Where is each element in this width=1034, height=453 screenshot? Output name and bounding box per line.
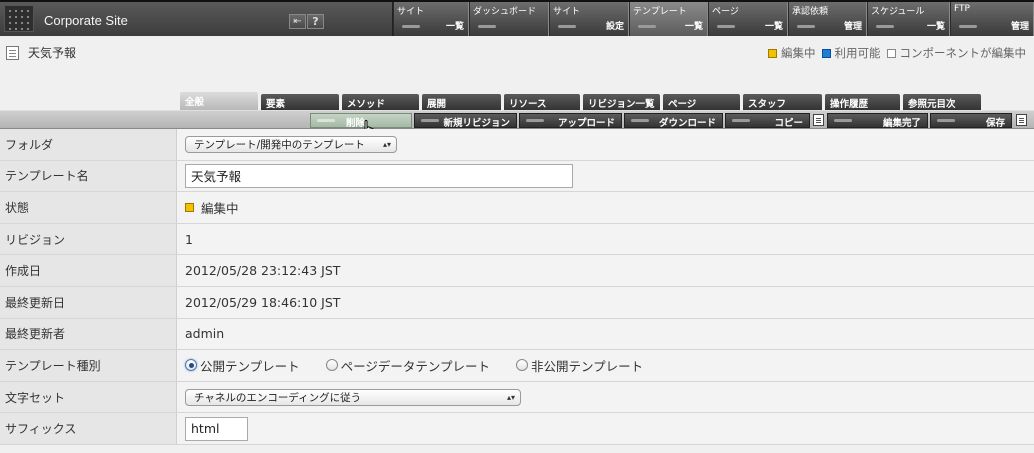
app-grid-icon[interactable]: [4, 5, 34, 32]
radio-public-template[interactable]: 公開テンプレート: [185, 356, 300, 375]
action-bar: 削除 新規リビジョン アップロード ダウンロード コピー 編集完了 保存: [0, 110, 1034, 129]
folder-label: フォルダ: [0, 129, 177, 160]
dash-icon: [317, 119, 335, 122]
tab-elements[interactable]: 要素: [261, 94, 339, 110]
template-name-input[interactable]: 天気予報: [185, 163, 573, 188]
form-row-updated: 最終更新日 2012/05/29 18:46:10 JST: [0, 286, 1034, 319]
tab-methods[interactable]: メソッド: [342, 94, 419, 110]
finish-edit-button[interactable]: 編集完了: [827, 113, 928, 129]
template-document-icon: [6, 46, 19, 60]
available-status-icon: [821, 48, 831, 58]
updated-by-label: 最終更新者: [0, 318, 177, 350]
dash-icon: [421, 119, 439, 122]
select-arrow-icon: ▴▾: [506, 392, 515, 402]
status-legend: 編集中 利用可能 コンポーネントが編集中: [762, 45, 1026, 61]
suffix-input[interactable]: html: [185, 416, 248, 441]
legend-editing: 編集中: [781, 46, 816, 60]
exit-icon[interactable]: ⇤: [289, 14, 306, 29]
created-label: 作成日: [0, 255, 177, 286]
form-row-updated-by: 最終更新者 admin: [0, 318, 1034, 351]
form-row-revision: リビジョン 1: [0, 223, 1034, 256]
dash-icon: [478, 25, 496, 28]
help-icon[interactable]: ?: [307, 14, 324, 29]
save-button[interactable]: 保存: [930, 113, 1012, 129]
dash-icon: [558, 25, 576, 28]
template-form: フォルダ テンプレート/開発中のテンプレート ▴▾ テンプレート名 天気予報 状態…: [0, 129, 1034, 445]
editing-status-icon: [185, 202, 194, 212]
form-row-template-name: テンプレート名 天気予報: [0, 160, 1034, 193]
dash-icon: [797, 25, 815, 28]
dash-icon: [526, 119, 544, 122]
template-type-label: テンプレート種別: [0, 350, 177, 381]
dash-icon: [631, 119, 649, 122]
site-title[interactable]: Corporate Site: [44, 13, 128, 28]
tab-deploy[interactable]: 展開: [422, 94, 501, 110]
template-name-label: テンプレート名: [0, 160, 177, 192]
dash-icon: [834, 119, 852, 122]
top-bar: Corporate Site ⇤ ? サイト 一覧 ダッシュボード サイト 設定…: [0, 0, 1034, 36]
radio-selected-icon: [185, 359, 197, 372]
page-header: 天気予報 編集中 利用可能 コンポーネントが編集中: [0, 36, 1034, 92]
suffix-label: サフィックス: [0, 413, 177, 444]
tab-revisions[interactable]: リビジョン一覧: [583, 94, 660, 110]
dash-icon: [959, 25, 977, 28]
legend-component-editing: コンポーネントが編集中: [899, 46, 1027, 60]
status-label: 状態: [0, 192, 177, 223]
nav-page-list[interactable]: ページ 一覧: [708, 2, 788, 36]
form-row-template-type: テンプレート種別 公開テンプレート ページデータテンプレート 非公開テンプレート: [0, 350, 1034, 382]
select-arrow-icon: ▴▾: [382, 139, 391, 149]
form-row-charset: 文字セット チャネルのエンコーディングに従う ▴▾: [0, 381, 1034, 414]
tab-references[interactable]: 参照元目次: [903, 94, 981, 110]
dash-icon: [937, 119, 955, 122]
nav-template-list[interactable]: テンプレート 一覧: [629, 2, 708, 36]
created-value: 2012/05/28 23:12:43 JST: [177, 255, 1034, 286]
form-row-status: 状態 編集中: [0, 192, 1034, 224]
dash-icon: [717, 25, 735, 28]
download-button[interactable]: ダウンロード: [624, 113, 723, 129]
tab-bar: 全般 要素 メソッド 展開 リソース リビジョン一覧 ページ スタッフ 操作履歴…: [180, 92, 984, 110]
copy-button[interactable]: コピー: [725, 113, 810, 129]
radio-unselected-icon: [325, 359, 338, 372]
tab-resources[interactable]: リソース: [504, 94, 580, 110]
updated-value: 2012/05/29 18:46:10 JST: [177, 286, 1034, 318]
status-value: 編集中: [201, 200, 239, 216]
nav-ftp-admin[interactable]: FTP 管理: [950, 2, 1034, 36]
radio-page-data-template[interactable]: ページデータテンプレート: [325, 356, 490, 375]
top-nav: サイト 一覧 ダッシュボード サイト 設定 テンプレート 一覧 ページ 一覧 承…: [393, 2, 1034, 36]
radio-unselected-icon: [516, 359, 529, 372]
upload-button[interactable]: アップロード: [519, 113, 622, 129]
radio-private-template[interactable]: 非公開テンプレート: [516, 356, 643, 375]
form-row-created: 作成日 2012/05/28 23:12:43 JST: [0, 255, 1034, 287]
revision-value: 1: [177, 223, 1034, 255]
copy-document-icon[interactable]: [813, 114, 824, 126]
dash-icon: [732, 119, 750, 122]
save-document-icon[interactable]: [1016, 114, 1027, 126]
dash-icon: [876, 25, 894, 28]
updated-label: 最終更新日: [0, 286, 177, 318]
new-revision-button[interactable]: 新規リビジョン: [414, 113, 517, 129]
editing-status-icon: [768, 48, 777, 58]
page-title: 天気予報: [28, 46, 77, 60]
nav-approval-admin[interactable]: 承認依頼 管理: [788, 2, 867, 36]
form-row-suffix: サフィックス html: [0, 413, 1034, 445]
tab-pages[interactable]: ページ: [663, 94, 740, 110]
charset-label: 文字セット: [0, 381, 177, 413]
updated-by-value: admin: [177, 318, 1034, 350]
tab-general[interactable]: 全般: [180, 92, 258, 110]
tab-staff[interactable]: スタッフ: [743, 94, 822, 110]
dash-icon: [402, 25, 420, 28]
charset-select[interactable]: チャネルのエンコーディングに従う ▴▾: [185, 388, 521, 406]
legend-available: 利用可能: [834, 46, 881, 60]
component-status-icon: [886, 48, 896, 58]
nav-site-list[interactable]: サイト 一覧: [393, 2, 469, 36]
folder-select[interactable]: テンプレート/開発中のテンプレート ▴▾: [185, 135, 397, 153]
nav-dashboard[interactable]: ダッシュボード: [469, 2, 549, 36]
nav-schedule-list[interactable]: スケジュール 一覧: [867, 2, 950, 36]
tab-history[interactable]: 操作履歴: [825, 94, 900, 110]
dash-icon: [638, 25, 656, 28]
site-header: Corporate Site ⇤ ?: [0, 2, 393, 36]
nav-site-settings[interactable]: サイト 設定: [549, 2, 629, 36]
form-row-folder: フォルダ テンプレート/開発中のテンプレート ▴▾: [0, 129, 1034, 161]
revision-label: リビジョン: [0, 223, 177, 255]
